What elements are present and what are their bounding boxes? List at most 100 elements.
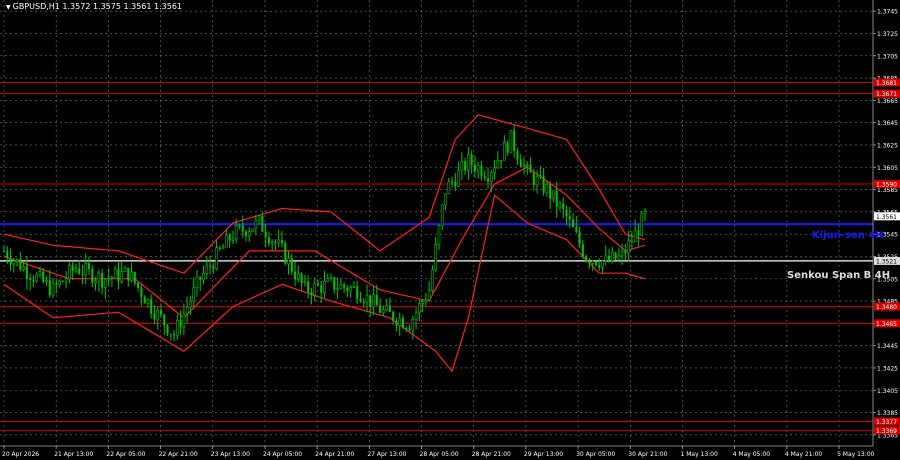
- candle-body-bear: [280, 239, 283, 243]
- candle-body-bull: [35, 274, 39, 282]
- candle-body-bear: [159, 310, 162, 315]
- candle-body-bull: [444, 193, 447, 206]
- candle-body-bull: [427, 290, 431, 301]
- candle-body-bull: [382, 309, 385, 314]
- price-tick-label: 1.3745: [877, 9, 898, 16]
- candle-body-bear: [356, 286, 359, 299]
- candle-body-bear: [42, 271, 45, 282]
- candle-body-bull: [313, 283, 316, 296]
- candle-body-bull: [270, 241, 274, 244]
- time-tick-label: 23 Apr 13:00: [211, 451, 250, 458]
- price-tick-label: 1.3645: [877, 120, 898, 127]
- candle-body-bull: [467, 154, 470, 171]
- candle-body-bull: [617, 254, 621, 260]
- candle-body-bear: [513, 130, 516, 151]
- candle-body-bear: [464, 161, 467, 171]
- candle-body-bear: [228, 234, 231, 241]
- candle-body-bear: [392, 311, 395, 321]
- candle-body-bear: [375, 295, 378, 306]
- candle-body-bear: [199, 276, 202, 280]
- candle-body-bear: [506, 142, 509, 153]
- price-tag-text: 1.3561: [876, 214, 897, 221]
- candle-body-bear: [480, 165, 483, 177]
- time-tick-label: 30 Apr 21:00: [628, 451, 667, 458]
- candle-body-bear: [9, 258, 12, 264]
- time-tick-label: 4 May 21:00: [785, 451, 823, 458]
- candle-body-bull: [254, 219, 258, 230]
- candle-body-bear: [307, 281, 310, 293]
- candle-body-bear: [6, 251, 9, 259]
- candle-body-bull: [221, 246, 225, 250]
- candle-body-bull: [185, 307, 189, 314]
- candle-body-bear: [78, 268, 81, 274]
- candle-body-bear: [163, 314, 166, 326]
- candle-body-bull: [225, 234, 228, 248]
- time-tick-label: 24 Apr 21:00: [315, 451, 354, 458]
- candle-body-bull: [372, 294, 375, 308]
- candle-body-bull: [176, 319, 179, 336]
- candle-body-bull: [460, 161, 464, 171]
- candle-body-bear: [245, 231, 248, 236]
- candle-body-bull: [620, 250, 624, 256]
- level-price-text: 1.3369: [876, 428, 897, 435]
- candle-body-bull: [257, 215, 261, 221]
- candle-body-bull: [509, 130, 513, 154]
- price-tick-label: 1.3605: [877, 165, 898, 172]
- candle-body-bull: [247, 231, 251, 237]
- level-price-text: 1.3590: [876, 181, 897, 188]
- candle-body-bear: [71, 265, 74, 271]
- candle-body-bear: [585, 256, 588, 262]
- candle-body-bear: [470, 154, 473, 166]
- candle-body-bull: [120, 271, 124, 282]
- candle-body-bull: [287, 257, 290, 265]
- candle-body-bear: [555, 190, 558, 207]
- candle-body-bull: [349, 286, 352, 292]
- candle-body-bull: [601, 260, 604, 268]
- candle-body-bull: [627, 240, 630, 254]
- candle-body-bull: [182, 313, 186, 328]
- candle-body-bull: [234, 225, 238, 240]
- candle-body-bull: [58, 280, 61, 286]
- price-tick-label: 1.3445: [877, 343, 898, 350]
- candle-body-bear: [630, 240, 633, 242]
- candle-body-bear: [565, 209, 568, 217]
- candle-body-bull: [146, 299, 150, 304]
- candle-body-bear: [274, 241, 277, 244]
- candle-body-bull: [539, 175, 542, 177]
- time-tick-label: 21 Apr 13:00: [54, 451, 93, 458]
- price-tick-label: 1.3405: [877, 388, 898, 395]
- time-tick-label: 5 May 13:00: [837, 451, 875, 458]
- chart-background: [0, 0, 900, 460]
- candle-body-bull: [457, 169, 460, 187]
- candle-body-bull: [496, 160, 500, 169]
- price-chart[interactable]: 1.37451.37251.37051.36851.36651.36451.36…: [0, 0, 900, 460]
- candle-body-bull: [323, 280, 326, 294]
- candle-body-bear: [3, 250, 5, 252]
- candle-body-bull: [591, 260, 594, 264]
- candle-body-bear: [405, 327, 408, 329]
- candle-body-bull: [45, 279, 48, 283]
- candle-body-bull: [604, 255, 608, 262]
- candle-body-bull: [107, 277, 110, 280]
- candle-body-bear: [137, 282, 140, 288]
- price-tick-label: 1.3665: [877, 98, 898, 105]
- candle-body-bull: [238, 225, 241, 227]
- candle-body-bear: [516, 150, 519, 160]
- candle-body-bull: [215, 247, 218, 270]
- time-tick-label: 29 Apr 13:00: [524, 451, 563, 458]
- candle-body-bear: [451, 181, 454, 183]
- candle-body-bull: [437, 225, 441, 246]
- candle-body-bull: [251, 228, 254, 232]
- candle-body-bear: [140, 287, 143, 298]
- candle-body-bear: [594, 261, 597, 266]
- candle-body-bull: [503, 142, 506, 161]
- candle-body-bull: [421, 301, 424, 304]
- level-price-text: 1.3377: [876, 419, 897, 426]
- candle-body-bear: [549, 184, 552, 199]
- candle-body-bull: [192, 287, 195, 302]
- candle-body-bull: [130, 271, 133, 281]
- candle-body-bull: [189, 300, 192, 308]
- candle-body-bear: [359, 298, 362, 302]
- candle-body-bear: [310, 292, 313, 296]
- candle-body-bear: [473, 165, 476, 172]
